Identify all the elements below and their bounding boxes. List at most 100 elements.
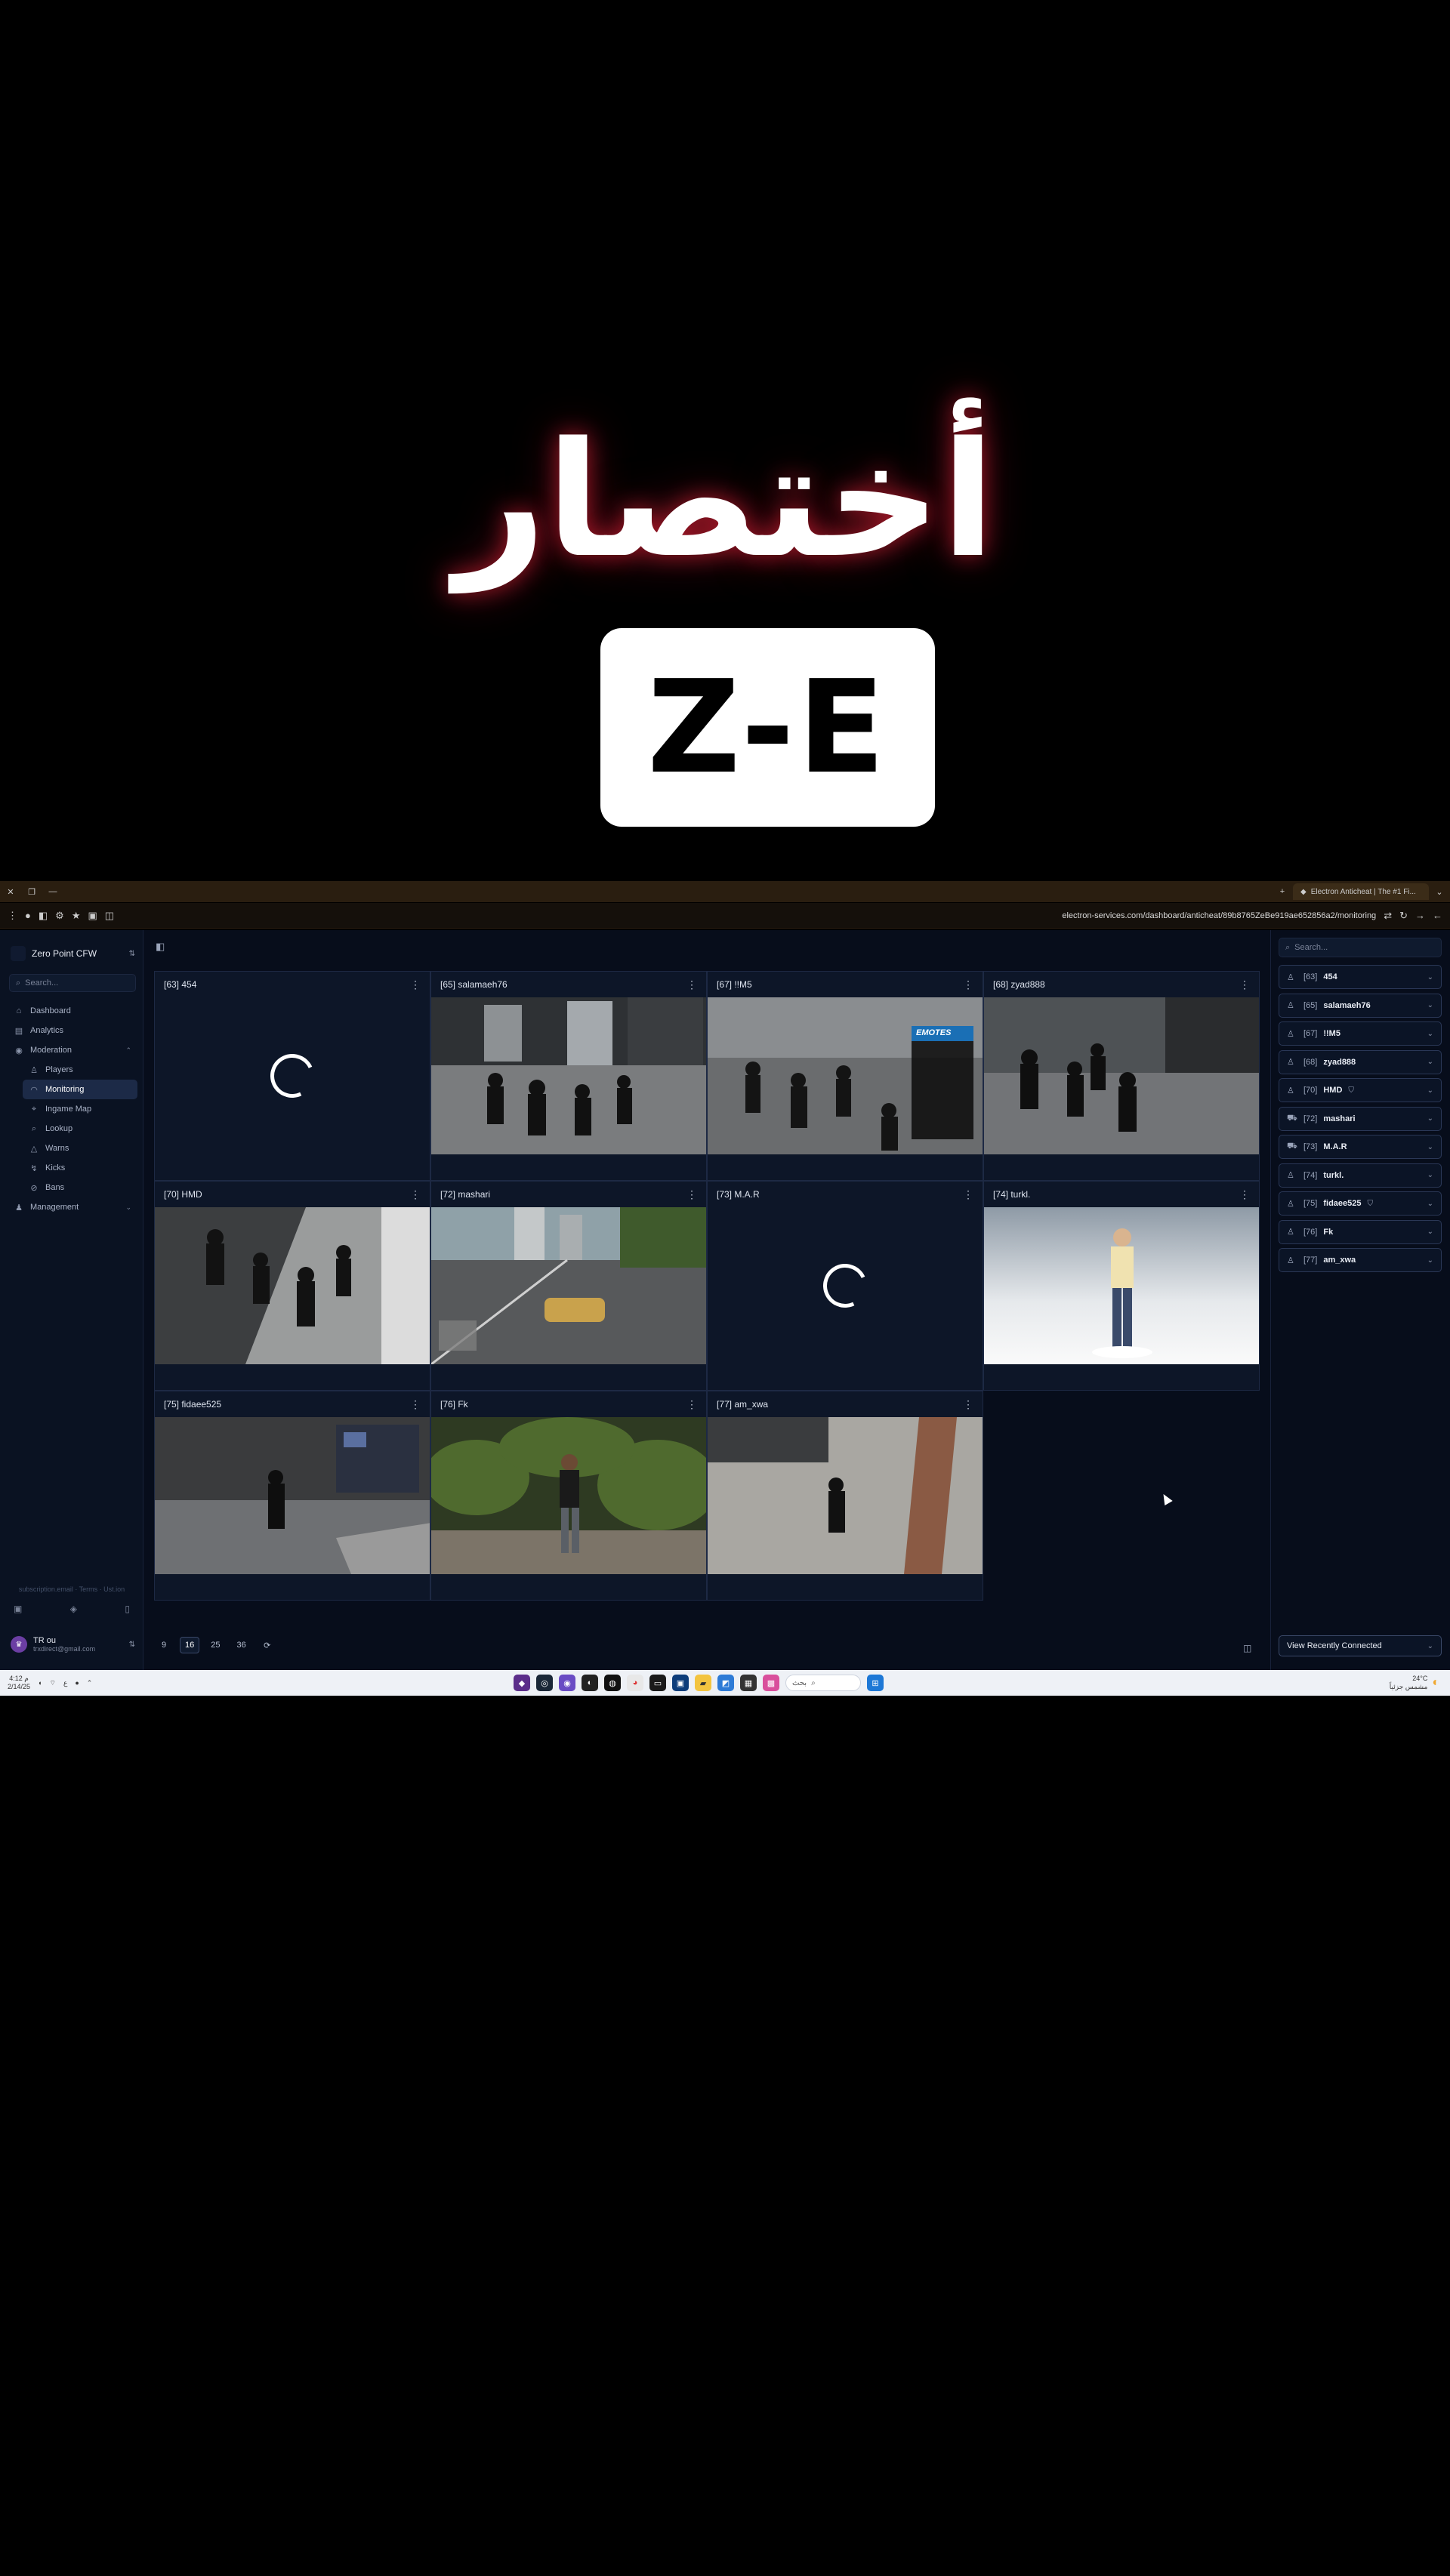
url-field[interactable]: electron-services.com/dashboard/antichea… bbox=[122, 911, 1376, 920]
app-icon[interactable]: ◩ bbox=[717, 1675, 734, 1691]
grid-size-option[interactable]: 9 bbox=[154, 1637, 174, 1653]
sidebar-item-monitoring[interactable]: ◠ Monitoring bbox=[23, 1080, 137, 1099]
chevron-up-icon[interactable]: ⌃ bbox=[87, 1679, 93, 1687]
sidebar-item-management[interactable]: ♟ Management ⌄ bbox=[8, 1197, 137, 1217]
docs-icon[interactable]: ▯ bbox=[125, 1604, 130, 1614]
tab-list-icon[interactable]: ⌄ bbox=[1429, 887, 1450, 897]
extension-icon[interactable]: ● bbox=[25, 910, 31, 921]
more-vertical-icon[interactable]: ⋮ bbox=[686, 978, 697, 991]
grid-size-option[interactable]: 25 bbox=[205, 1637, 225, 1653]
taskbar-weather[interactable]: 24°C مشمس جزئياً ◐ bbox=[1390, 1670, 1439, 1696]
grid-size-option[interactable]: 16 bbox=[180, 1637, 200, 1653]
refresh-icon[interactable]: ⟳ bbox=[258, 1637, 277, 1653]
sidebar-item-kicks[interactable]: ↯ Kicks bbox=[23, 1158, 137, 1178]
sidebar-search-input[interactable]: ⌕ Search... bbox=[9, 974, 136, 992]
list-item[interactable]: ♙ [65] salamaeh76 ⌄ bbox=[1279, 993, 1442, 1018]
menu-dots-icon[interactable]: ⋮ bbox=[8, 910, 17, 922]
stream-tile[interactable]: [65] salamaeh76 ⋮ bbox=[430, 971, 707, 1181]
app-icon[interactable]: ◉ bbox=[559, 1675, 575, 1691]
stream-tile[interactable]: [74] turkl. ⋮ bbox=[983, 1181, 1260, 1391]
player-id: [76] bbox=[1303, 1227, 1318, 1237]
more-vertical-icon[interactable]: ⋮ bbox=[410, 1398, 421, 1411]
list-item[interactable]: ♙ [63] 454 ⌄ bbox=[1279, 965, 1442, 989]
app-icon[interactable]: ◐ bbox=[582, 1675, 598, 1691]
more-vertical-icon[interactable]: ⋮ bbox=[686, 1188, 697, 1201]
close-window-icon[interactable]: ✕ bbox=[0, 887, 21, 897]
reload-icon[interactable]: ↻ bbox=[1399, 910, 1408, 922]
stream-tile[interactable]: [70] HMD ⋮ bbox=[154, 1181, 430, 1391]
stream-tile[interactable]: [76] Fk ⋮ bbox=[430, 1391, 707, 1601]
language-icon[interactable]: ع bbox=[63, 1679, 67, 1687]
list-item[interactable]: ⛟ [73] M.A.R ⌄ bbox=[1279, 1135, 1442, 1159]
speaker-icon[interactable]: ◖ bbox=[38, 1679, 42, 1687]
chrome-icon[interactable]: ◕ bbox=[627, 1675, 643, 1691]
list-item[interactable]: ⛟ [72] mashari ⌄ bbox=[1279, 1106, 1442, 1131]
stream-tile[interactable]: [63] 454 ⋮ bbox=[154, 971, 430, 1181]
more-vertical-icon[interactable]: ⋮ bbox=[963, 978, 973, 991]
connection-filter-select[interactable]: View Recently Connected ⌄ bbox=[1279, 1635, 1442, 1656]
app-icon[interactable]: ▩ bbox=[763, 1675, 779, 1691]
star-icon[interactable]: ★ bbox=[72, 910, 81, 922]
app-icon[interactable]: ◍ bbox=[604, 1675, 621, 1691]
more-vertical-icon[interactable]: ⋮ bbox=[1239, 1188, 1250, 1201]
stream-tile[interactable]: [75] fidaee525 ⋮ bbox=[154, 1391, 430, 1601]
stream-tile[interactable]: [67] !!M5 ⋮ EMOTES bbox=[707, 971, 983, 1181]
back-icon[interactable]: ← bbox=[1433, 910, 1442, 921]
folder-icon[interactable]: ▰ bbox=[695, 1675, 711, 1691]
taskbar-search-input[interactable]: ⌕ بحث bbox=[785, 1675, 861, 1691]
app-icon[interactable]: ▦ bbox=[740, 1675, 757, 1691]
stream-tile[interactable]: [73] M.A.R ⋮ bbox=[707, 1181, 983, 1391]
list-item[interactable]: ♙ [74] turkl. ⌄ bbox=[1279, 1163, 1442, 1188]
translate-icon[interactable]: ⇄ bbox=[1384, 910, 1392, 922]
grid-size-option[interactable]: 36 bbox=[232, 1637, 251, 1653]
list-item[interactable]: ♙ [68] zyad888 ⌄ bbox=[1279, 1049, 1442, 1074]
sidebar-item-analytics[interactable]: ▤ Analytics bbox=[8, 1021, 137, 1040]
stream-tile[interactable]: [77] am_xwa ⋮ bbox=[707, 1391, 983, 1601]
list-item[interactable]: ♙ [70] HMD ⛉ ⌄ bbox=[1279, 1078, 1442, 1102]
more-vertical-icon[interactable]: ⋮ bbox=[963, 1188, 973, 1201]
sidebar-item-lookup[interactable]: ⌕ Lookup bbox=[23, 1119, 137, 1139]
list-item[interactable]: ♙ [75] fidaee525 ⛉ ⌄ bbox=[1279, 1191, 1442, 1216]
extension-icon[interactable]: ◧ bbox=[39, 910, 48, 922]
sidebar-toggle-icon[interactable]: ◧ bbox=[156, 941, 165, 953]
org-switcher[interactable]: Zero Point CFW ⇅ bbox=[11, 942, 135, 965]
sidebar-item-moderation[interactable]: ◉ Moderation ⌃ bbox=[8, 1040, 137, 1060]
minimize-window-icon[interactable]: — bbox=[42, 887, 63, 896]
chevron-down-icon: ⌄ bbox=[1427, 1641, 1433, 1650]
sidebar-item-players[interactable]: ♙ Players bbox=[23, 1060, 137, 1080]
player-search-input[interactable]: ⌕ Search... bbox=[1279, 938, 1442, 957]
wifi-icon[interactable]: ⌔ bbox=[49, 1679, 55, 1687]
app-icon[interactable]: ◆ bbox=[514, 1675, 530, 1691]
extension-icon[interactable]: ◫ bbox=[105, 910, 114, 922]
list-item[interactable]: ♙ [67] !!M5 ⌄ bbox=[1279, 1021, 1442, 1046]
windows-start-icon[interactable]: ⊞ bbox=[867, 1675, 884, 1691]
panel-toggle-icon[interactable]: ◫ bbox=[1243, 1643, 1251, 1653]
more-vertical-icon[interactable]: ⋮ bbox=[963, 1398, 973, 1411]
more-vertical-icon[interactable]: ⋮ bbox=[410, 1188, 421, 1201]
sidebar-item-dashboard[interactable]: ⌂ Dashboard bbox=[8, 1001, 137, 1021]
mic-icon[interactable]: ● bbox=[75, 1679, 79, 1687]
more-vertical-icon[interactable]: ⋮ bbox=[1239, 978, 1250, 991]
forward-icon[interactable]: → bbox=[1415, 910, 1425, 921]
stream-tile[interactable]: [72] mashari ⋮ bbox=[430, 1181, 707, 1391]
sidebar-item-ingame-map[interactable]: ⌖ Ingame Map bbox=[23, 1099, 137, 1119]
more-vertical-icon[interactable]: ⋮ bbox=[686, 1398, 697, 1411]
stream-tile[interactable]: [68] zyad888 ⋮ bbox=[983, 971, 1260, 1181]
browser-tab[interactable]: ◆ Electron Anticheat | The #1 Fi... bbox=[1293, 883, 1429, 900]
list-item[interactable]: ♙ [76] Fk ⌄ bbox=[1279, 1219, 1442, 1244]
sidebar-item-warns[interactable]: △ Warns bbox=[23, 1139, 137, 1158]
extension-icon[interactable]: ▣ bbox=[88, 910, 97, 922]
user-menu[interactable]: ♛ TR ou trxdirect@gmail.com ⇅ bbox=[11, 1632, 135, 1656]
app-icon[interactable]: ▣ bbox=[672, 1675, 689, 1691]
list-item[interactable]: ♙ [77] am_xwa ⌄ bbox=[1279, 1248, 1442, 1272]
new-tab-icon[interactable]: + bbox=[1272, 887, 1293, 896]
terminal-icon[interactable]: ▭ bbox=[649, 1675, 666, 1691]
discord-icon[interactable]: ◈ bbox=[70, 1604, 77, 1614]
shop-icon[interactable]: ▣ bbox=[14, 1604, 22, 1614]
restore-window-icon[interactable]: ❐ bbox=[21, 887, 42, 897]
extension-icon[interactable]: ⚙ bbox=[55, 910, 64, 922]
sidebar-item-bans[interactable]: ⊘ Bans bbox=[23, 1178, 137, 1197]
more-vertical-icon[interactable]: ⋮ bbox=[410, 978, 421, 991]
steam-icon[interactable]: ◎ bbox=[536, 1675, 553, 1691]
taskbar-clock-area[interactable]: 4:12 م 2/14/25 ◖ ⌔ ع ● ⌃ bbox=[8, 1670, 92, 1696]
